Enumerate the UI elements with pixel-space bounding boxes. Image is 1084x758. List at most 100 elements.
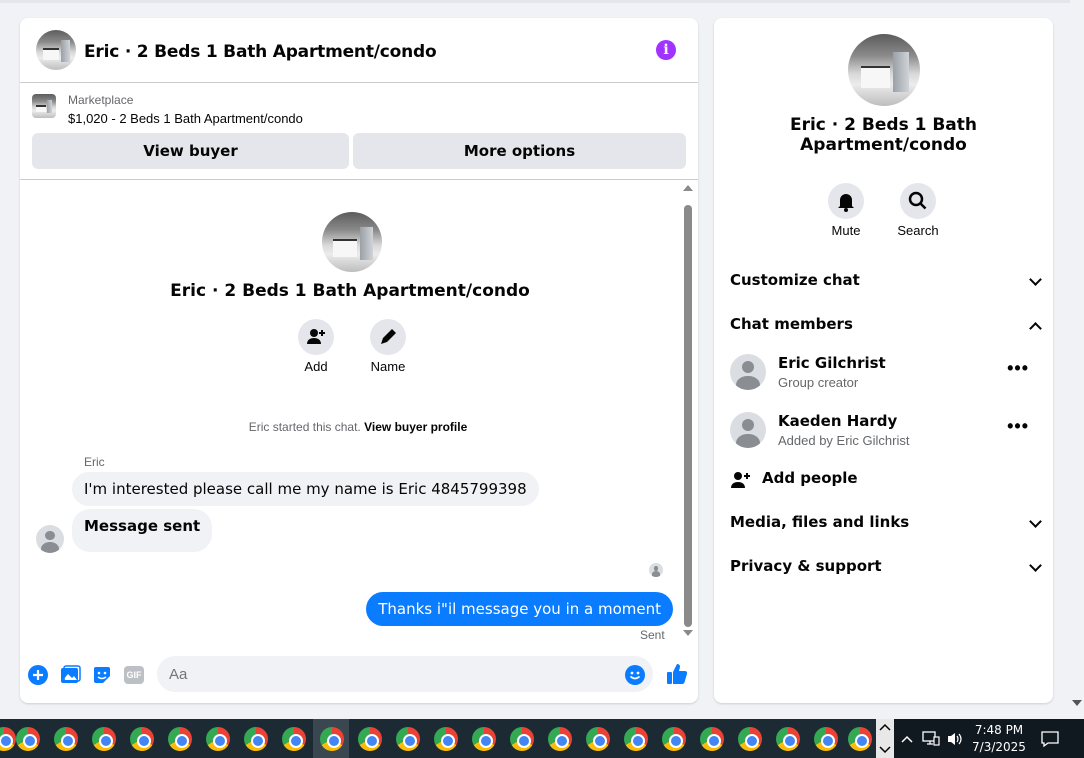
sent-status: Sent: [640, 628, 665, 642]
panel-avatar: [848, 34, 920, 106]
search-button[interactable]: [900, 183, 936, 219]
mute-button[interactable]: [828, 183, 864, 219]
member-name[interactable]: Eric Gilchrist: [778, 354, 886, 372]
chat-members-row[interactable]: Chat members: [730, 315, 1042, 339]
photo-icon[interactable]: [59, 664, 81, 686]
message-input[interactable]: [157, 656, 653, 692]
taskbar-scroll[interactable]: [876, 719, 894, 758]
mute-label: Mute: [831, 223, 861, 238]
chrome-icon[interactable]: [624, 727, 648, 751]
member-options-icon[interactable]: •••: [1007, 358, 1029, 379]
chrome-icon[interactable]: [130, 727, 154, 751]
chrome-icon[interactable]: [738, 727, 762, 751]
member-avatar[interactable]: [730, 412, 766, 448]
chat-avatar[interactable]: [36, 30, 76, 70]
top-border: [0, 0, 1070, 3]
marketplace-label: Marketplace: [68, 93, 134, 107]
chrome-icon[interactable]: [662, 727, 686, 751]
system-message: Eric started this chat. View buyer profi…: [20, 420, 696, 434]
chat-members-label: Chat members: [730, 315, 853, 333]
network-icon[interactable]: [922, 731, 940, 747]
chrome-icon[interactable]: [282, 727, 306, 751]
add-person-icon: [731, 472, 750, 488]
chrome-icon[interactable]: [358, 727, 382, 751]
listing-thumbnail[interactable]: [32, 94, 56, 118]
sender-avatar[interactable]: [36, 525, 64, 553]
intro-title: Eric · 2 Beds 1 Bath Apartment/condo: [170, 281, 530, 301]
chevron-up-icon[interactable]: [900, 732, 914, 746]
taskbar: 7:48 PM 7/3/2025: [0, 719, 1084, 758]
chrome-icon[interactable]: [168, 727, 192, 751]
composer: GIF: [20, 648, 698, 700]
privacy-support-row[interactable]: Privacy & support: [730, 557, 1042, 581]
clock-time: 7:48 PM: [974, 723, 1024, 737]
page-scroll-down-icon[interactable]: [1072, 700, 1082, 706]
outgoing-message[interactable]: Thanks i"il message you in a moment: [366, 592, 673, 626]
chrome-icon[interactable]: [472, 727, 496, 751]
bell-icon: [838, 194, 854, 212]
chrome-icon[interactable]: [54, 727, 78, 751]
chrome-icon[interactable]: [396, 727, 420, 751]
chevron-down-icon: [1029, 559, 1042, 572]
sender-name: Eric: [84, 455, 105, 469]
more-options-button[interactable]: More options: [353, 133, 686, 169]
sticker-icon[interactable]: [91, 664, 113, 686]
scroll-down-arrow-icon[interactable]: [683, 630, 693, 636]
chrome-icon[interactable]: [700, 727, 724, 751]
plus-icon[interactable]: [27, 664, 49, 686]
search-label: Search: [897, 223, 939, 238]
add-label: Add: [304, 359, 328, 374]
chrome-icon[interactable]: [548, 727, 572, 751]
pencil-icon: [381, 329, 396, 344]
listing-title[interactable]: $1,020 - 2 Beds 1 Bath Apartment/condo: [68, 111, 303, 126]
view-buyer-button[interactable]: View buyer: [32, 133, 349, 169]
media-files-row[interactable]: Media, files and links: [730, 513, 1042, 537]
chrome-icon[interactable]: [0, 727, 16, 751]
system-tray: 7:48 PM 7/3/2025: [894, 719, 1084, 758]
chrome-icon[interactable]: [586, 727, 610, 751]
panel-title: Eric · 2 Beds 1 Bath Apartment/condo: [789, 115, 978, 155]
chrome-icon[interactable]: [16, 727, 40, 751]
intro-avatar: [322, 212, 382, 272]
chat-title[interactable]: Eric · 2 Beds 1 Bath Apartment/condo: [84, 42, 437, 62]
thumbs-up-icon[interactable]: [665, 662, 689, 686]
incoming-message[interactable]: Message sent: [72, 509, 213, 552]
info-icon[interactable]: i: [656, 40, 676, 60]
chevron-down-icon: [1029, 273, 1042, 286]
notification-icon[interactable]: [1040, 730, 1060, 748]
chrome-icon[interactable]: [92, 727, 116, 751]
incoming-message[interactable]: I'm interested please call me my name is…: [72, 472, 539, 506]
chat-window: Eric · 2 Beds 1 Bath Apartment/condo i M…: [20, 18, 698, 703]
add-people-row[interactable]: Add people: [730, 469, 1040, 493]
gif-icon[interactable]: GIF: [123, 664, 145, 686]
read-receipt-avatar: [649, 563, 663, 577]
chat-info-panel: Eric · 2 Beds 1 Bath Apartment/condo Mut…: [714, 18, 1053, 703]
member-role: Group creator: [778, 375, 859, 390]
privacy-support-label: Privacy & support: [730, 557, 882, 575]
member-avatar[interactable]: [730, 354, 766, 390]
chrome-icon[interactable]: [320, 727, 344, 751]
chrome-icon[interactable]: [206, 727, 230, 751]
name-button[interactable]: [370, 319, 406, 355]
clock-date: 7/3/2025: [972, 740, 1026, 754]
member-options-icon[interactable]: •••: [1007, 416, 1029, 437]
customize-chat-row[interactable]: Customize chat: [730, 271, 1042, 295]
chrome-icon[interactable]: [244, 727, 268, 751]
name-label: Name: [370, 359, 406, 374]
chrome-icon[interactable]: [814, 727, 838, 751]
clock[interactable]: 7:48 PM 7/3/2025: [960, 722, 1038, 756]
chrome-icon[interactable]: [776, 727, 800, 751]
add-button[interactable]: [298, 319, 334, 355]
scroll-up-arrow-icon[interactable]: [683, 185, 693, 191]
chevron-down-icon: [1029, 515, 1042, 528]
view-buyer-profile-link[interactable]: View buyer profile: [364, 420, 467, 434]
member-name[interactable]: Kaeden Hardy: [778, 412, 897, 430]
chrome-icon[interactable]: [510, 727, 534, 751]
search-icon: [908, 191, 927, 210]
chrome-icon[interactable]: [848, 727, 872, 751]
emoji-icon[interactable]: [625, 665, 645, 685]
scroll-thumb[interactable]: [684, 205, 692, 627]
chrome-icon[interactable]: [434, 727, 458, 751]
add-people-label: Add people: [762, 469, 858, 487]
media-files-label: Media, files and links: [730, 513, 910, 531]
